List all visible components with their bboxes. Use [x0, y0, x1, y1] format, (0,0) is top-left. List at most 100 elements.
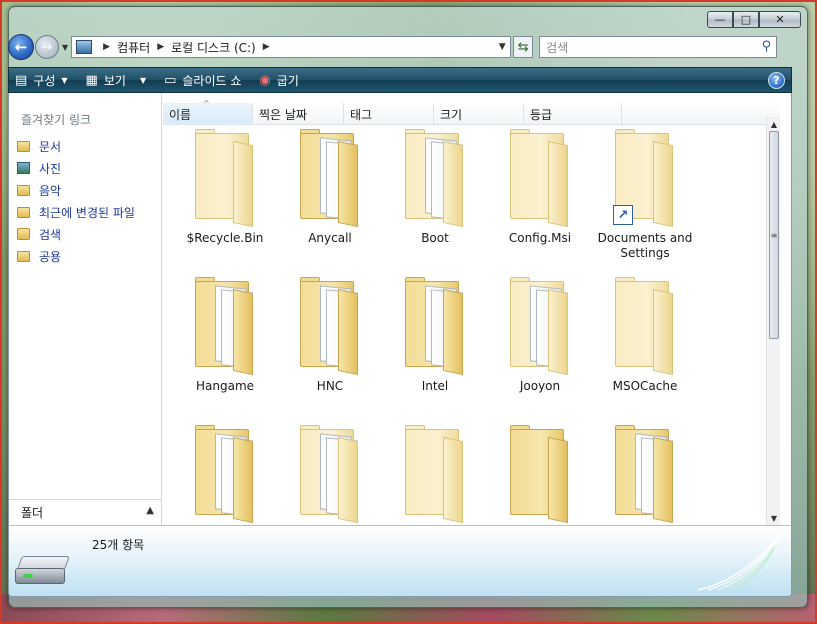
- folder-item[interactable]: Hangame: [175, 277, 275, 417]
- close-icon: ✕: [775, 13, 785, 26]
- folder-icon: [193, 277, 253, 376]
- folder-icon: [403, 277, 463, 376]
- nav-item[interactable]: 사진: [17, 157, 135, 179]
- folder-icon: [298, 129, 358, 228]
- folder-name: MSOCache: [612, 379, 678, 393]
- breadcrumb-local-disk[interactable]: 로컬 디스크 (C:): [171, 39, 256, 56]
- computer-icon: [76, 40, 93, 54]
- sort-ascending-icon: ^: [203, 99, 210, 108]
- burn-button[interactable]: ◉ 굽기: [259, 72, 298, 89]
- nav-item[interactable]: 음악: [17, 179, 135, 201]
- folder-item[interactable]: ↗ Documents and Settings: [595, 129, 695, 269]
- minimize-button[interactable]: —: [707, 11, 733, 28]
- address-row: ← → ▼ ▶ 컴퓨터 ▶ 로컬 디스크 (C:) ▶ ▼ ⇆ 검색 ⚲: [8, 32, 792, 62]
- folder-icon: [508, 277, 568, 376]
- folder-icon: [403, 425, 463, 524]
- pictures-icon: [17, 162, 30, 174]
- folder-item[interactable]: Intel: [385, 277, 485, 417]
- close-button[interactable]: ✕: [759, 11, 801, 28]
- folder-icon: [298, 425, 358, 524]
- folder-item[interactable]: System Volume Information: [385, 425, 485, 525]
- folder-item[interactable]: Boot: [385, 129, 485, 269]
- search-placeholder: 검색: [546, 40, 569, 55]
- folders-toggle[interactable]: 폴더 ▲: [9, 499, 162, 525]
- views-label: 보기: [103, 73, 126, 88]
- column-header-label: 이름: [169, 107, 192, 122]
- arrow-left-icon: ←: [14, 38, 28, 56]
- column-header-label: 크기: [440, 107, 463, 122]
- nav-item[interactable]: 공용: [17, 245, 135, 267]
- folder-icon: [613, 277, 673, 376]
- breadcrumb-separator[interactable]: ▶: [103, 42, 110, 52]
- nav-item-label: 문서: [39, 139, 62, 154]
- folder-item[interactable]: $Recycle.Bin: [175, 129, 275, 269]
- caption-buttons: — □ ✕: [707, 11, 801, 28]
- column-header-label: 등급: [530, 107, 553, 122]
- column-headers: 이름 ^ 찍은 날짜 태그 크기 등급: [163, 99, 780, 125]
- folder-icon: [298, 277, 358, 376]
- scroll-up-arrow[interactable]: ▲: [767, 117, 780, 131]
- chevron-down-icon: ▼: [139, 75, 147, 85]
- folder-name: Intel: [421, 379, 449, 393]
- folder-icon: [508, 129, 568, 228]
- search-input[interactable]: 검색 ⚲: [539, 36, 778, 58]
- breadcrumb-separator[interactable]: ▶: [157, 42, 164, 52]
- recent-pages-dropdown[interactable]: ▼: [62, 43, 68, 52]
- folder-item[interactable]: Temp: [490, 425, 590, 525]
- folder-name: Boot: [421, 231, 449, 245]
- folder-icon: [17, 184, 30, 196]
- column-header[interactable]: 크기: [434, 103, 524, 125]
- folder-icon: [17, 250, 30, 262]
- folder-name: HNC: [316, 379, 344, 393]
- folder-item[interactable]: Windows: [595, 425, 695, 525]
- maximize-button[interactable]: □: [733, 11, 759, 28]
- breadcrumb-separator[interactable]: ▶: [263, 42, 270, 52]
- folder-name: $Recycle.Bin: [186, 231, 264, 245]
- folder-icon: ↗: [613, 129, 673, 228]
- address-bar[interactable]: ▶ 컴퓨터 ▶ 로컬 디스크 (C:) ▶ ▼: [71, 36, 512, 58]
- nav-item[interactable]: 문서: [17, 135, 135, 157]
- minimize-icon: —: [714, 13, 726, 26]
- views-button[interactable]: ▦ 보기 ▼: [86, 72, 147, 89]
- folder-item[interactable]: Config.Msi: [490, 129, 590, 269]
- folder-icon: [193, 425, 253, 524]
- nav-item-label: 음악: [39, 183, 62, 198]
- disc-icon: ◉: [259, 72, 271, 88]
- search-icon[interactable]: ⚲: [762, 39, 772, 54]
- nav-item[interactable]: 검색: [17, 223, 135, 245]
- folder-item[interactable]: Jooyon: [490, 277, 590, 417]
- folder-icon: [613, 425, 673, 524]
- column-header[interactable]: 등급: [524, 103, 622, 125]
- forward-button[interactable]: →: [35, 35, 59, 59]
- shortcut-arrow-icon: ↗: [613, 205, 633, 225]
- breadcrumb-computer[interactable]: 컴퓨터: [117, 39, 150, 56]
- folder-item[interactable]: ProgramData: [280, 425, 380, 525]
- views-icon: ▦: [85, 72, 98, 88]
- help-button[interactable]: ?: [768, 72, 785, 89]
- folder-item[interactable]: Anycall: [280, 129, 380, 269]
- refresh-button[interactable]: ⇆: [513, 36, 534, 58]
- command-bar: ▤ 구성 ▼ ▦ 보기 ▼ ▭ 슬라이드 쇼 ◉ 굽기 ?: [8, 67, 792, 93]
- slideshow-label: 슬라이드 쇼: [182, 73, 242, 88]
- column-header[interactable]: 태그: [344, 103, 434, 125]
- column-header[interactable]: 이름 ^: [163, 99, 253, 125]
- vertical-scrollbar[interactable]: ▲ ≡ ▼: [766, 117, 780, 525]
- column-header-label: 찍은 날짜: [259, 107, 307, 122]
- folder-icon: [508, 425, 568, 524]
- slideshow-button[interactable]: ▭ 슬라이드 쇼: [164, 72, 241, 89]
- folder-name: Anycall: [308, 231, 352, 245]
- file-list-pane: 이름 ^ 찍은 날짜 태그 크기 등급 $Recycle.Bin Anycall Boot Co…: [163, 93, 780, 525]
- organize-button[interactable]: ▤ 구성 ▼: [15, 72, 68, 89]
- folder-item[interactable]: Program Files: [175, 425, 275, 525]
- scroll-down-arrow[interactable]: ▼: [767, 511, 780, 525]
- nav-item[interactable]: 최근에 변경된 파일: [17, 201, 135, 223]
- address-dropdown[interactable]: ▼: [494, 37, 510, 57]
- column-header-label: 태그: [350, 107, 373, 122]
- column-header[interactable]: 찍은 날짜: [253, 103, 344, 125]
- maximize-icon: □: [740, 13, 752, 26]
- folder-item[interactable]: MSOCache: [595, 277, 695, 417]
- back-button[interactable]: ←: [8, 34, 34, 60]
- folder-item[interactable]: HNC: [280, 277, 380, 417]
- scroll-thumb[interactable]: ≡: [769, 131, 779, 339]
- navigation-pane: 즐겨찾기 링크 문서 사진 음악 최근에 변경된 파일 검색 공용 폴더 ▲: [9, 93, 162, 525]
